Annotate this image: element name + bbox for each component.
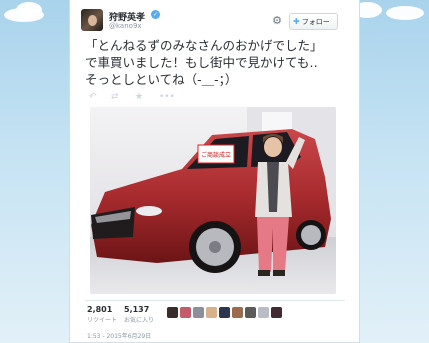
- reply-icon[interactable]: ↶: [89, 92, 97, 102]
- stats-divider: [85, 300, 345, 301]
- tweet-photo[interactable]: ご商談成立: [87, 107, 336, 294]
- avatar[interactable]: [167, 307, 178, 318]
- cloud: [16, 2, 42, 18]
- favorite-label: お気に入り: [124, 317, 155, 324]
- tweet-card: 狩野英孝 ✓ @kano9x ⚙ ✚ フォロー 「とんねるずのみなさんのおかげでし…: [69, 0, 360, 343]
- tweet-text: 「とんねるずのみなさんのおかげでした」 で車買いました！もし街中で見かけても‥ …: [85, 37, 351, 88]
- avatar[interactable]: [258, 307, 269, 318]
- avatar[interactable]: [180, 307, 191, 318]
- avatar[interactable]: [245, 307, 256, 318]
- avatar[interactable]: [193, 307, 204, 318]
- avatar[interactable]: [81, 9, 103, 31]
- sales-sign-text: ご商談成立: [201, 151, 231, 159]
- retweet-label: リツイート: [87, 317, 118, 324]
- follow-button[interactable]: ✚ フォロー: [289, 13, 338, 30]
- favorite-count[interactable]: 5,137: [124, 305, 149, 314]
- tweet-actions: ↶ ⇄ ★ •••: [89, 92, 289, 102]
- tweet-text-line: 「とんねるずのみなさんのおかげでした」: [85, 38, 323, 53]
- star-icon[interactable]: ★: [135, 92, 143, 102]
- avatar[interactable]: [271, 307, 282, 318]
- gear-icon[interactable]: ⚙: [271, 15, 283, 27]
- verified-badge-icon: ✓: [151, 10, 160, 19]
- follow-label: フォロー: [301, 18, 330, 26]
- avatar[interactable]: [206, 307, 217, 318]
- retweet-icon[interactable]: ⇄: [111, 92, 119, 102]
- tweet-timestamp[interactable]: 1:53 - 2015年6月29日: [87, 331, 151, 340]
- more-icon[interactable]: •••: [159, 92, 175, 102]
- user-handle[interactable]: @kano9x: [109, 22, 142, 30]
- retweet-count[interactable]: 2,801: [87, 305, 112, 314]
- avatar[interactable]: [219, 307, 230, 318]
- tweet-text-line: で車買いました！もし街中で見かけても‥: [85, 55, 318, 70]
- car-photo-illustration: ご商談成立: [87, 107, 336, 294]
- cloud: [386, 6, 424, 20]
- tweet-text-line: そっとしといてね（-＿-；）: [85, 72, 238, 87]
- avatar[interactable]: [232, 307, 243, 318]
- bird-icon: ✚: [293, 17, 300, 26]
